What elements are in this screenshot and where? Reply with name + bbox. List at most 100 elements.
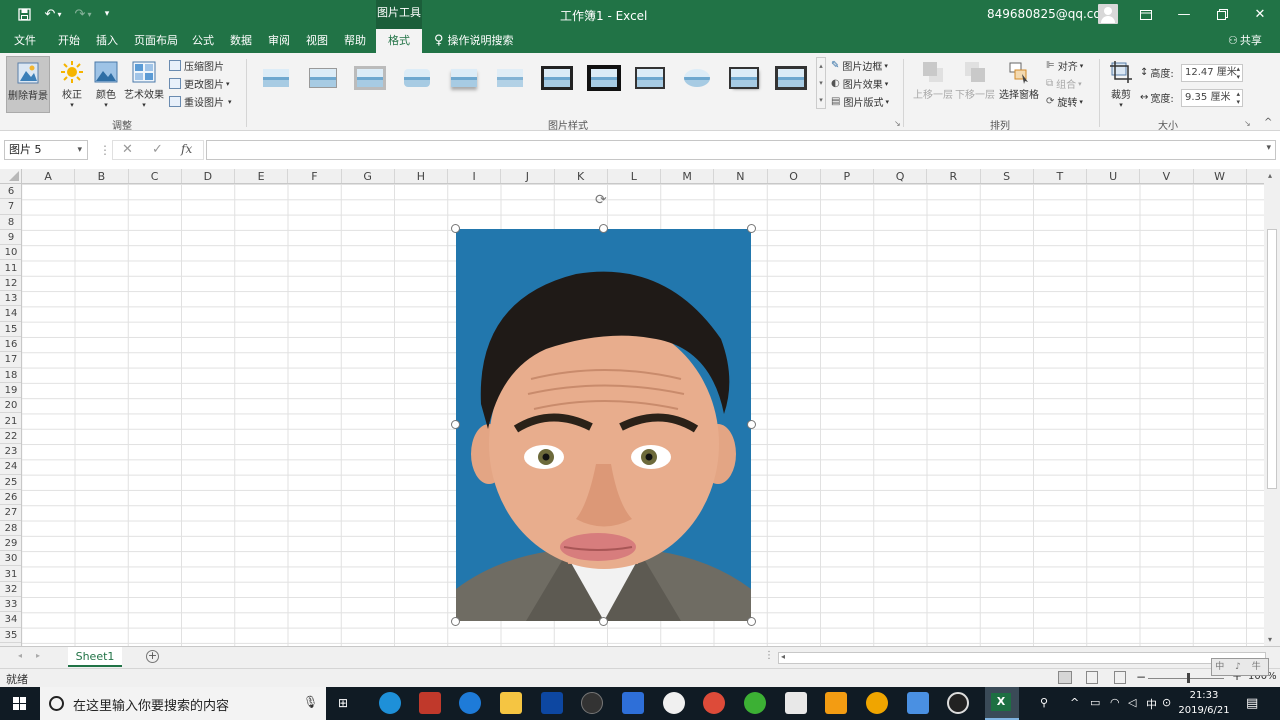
chrome-icon[interactable] — [703, 692, 725, 714]
picture-style-option[interactable] — [355, 66, 385, 90]
row-header[interactable]: 27 — [0, 505, 21, 521]
people-icon[interactable]: ⚲ — [1040, 696, 1048, 709]
rotate-handle-icon[interactable]: ⟳ — [595, 192, 607, 208]
resize-handle-top-left[interactable] — [451, 224, 460, 233]
size-dialog-launcher-icon[interactable]: ↘ — [1244, 119, 1251, 128]
tab-review[interactable]: 审阅 — [268, 29, 290, 53]
row-header[interactable]: 10 — [0, 245, 21, 261]
picture-style-option[interactable] — [635, 66, 665, 90]
page-layout-view-icon[interactable] — [1086, 671, 1098, 684]
row-header[interactable]: 13 — [0, 291, 21, 307]
network-icon[interactable]: ◠ — [1110, 696, 1120, 709]
group-button[interactable]: ⧉ 组合 ▾ — [1046, 75, 1082, 92]
rotate-button[interactable]: ⟳ 旋转 ▾ — [1046, 93, 1083, 110]
picture-style-option[interactable] — [402, 66, 432, 90]
row-header[interactable]: 30 — [0, 551, 21, 567]
picture-style-option[interactable] — [729, 66, 759, 90]
sheet-tab-sheet1[interactable]: Sheet1 — [68, 647, 122, 667]
scroll-left-icon[interactable]: ◂ — [781, 652, 785, 661]
resize-handle-bottom[interactable] — [599, 617, 608, 626]
row-header[interactable]: 15 — [0, 322, 21, 337]
insert-function-icon[interactable]: fx — [181, 142, 192, 156]
collapse-ribbon-icon[interactable]: ^ — [1264, 117, 1272, 128]
game-app-icon[interactable] — [419, 692, 441, 714]
cancel-icon[interactable]: ✕ — [122, 142, 133, 157]
column-header[interactable]: H — [395, 169, 448, 183]
row-header[interactable]: 11 — [0, 261, 21, 276]
color-button[interactable]: 颜色 ▾ — [92, 56, 120, 109]
prev-sheet-icon[interactable]: ◂ — [18, 651, 22, 660]
battery-icon[interactable]: ▭ — [1090, 696, 1100, 709]
row-header[interactable]: 9 — [0, 230, 21, 246]
column-header[interactable]: J — [501, 169, 555, 183]
selection-pane-button[interactable]: 选择窗格 — [998, 56, 1040, 101]
row-header[interactable]: 29 — [0, 536, 21, 552]
tab-insert[interactable]: 插入 — [96, 29, 118, 53]
feather-app-icon[interactable] — [907, 692, 929, 714]
picture-style-option[interactable] — [542, 66, 572, 90]
row-header[interactable]: 8 — [0, 215, 21, 230]
tab-splitter-icon[interactable]: ⋮ — [764, 650, 774, 661]
tab-file[interactable]: 文件 — [14, 29, 36, 53]
blue-app-icon[interactable] — [622, 692, 644, 714]
column-header[interactable]: P — [821, 169, 874, 183]
picture-style-option[interactable] — [589, 66, 619, 90]
scroll-up-icon[interactable]: ▴ — [1268, 171, 1272, 180]
column-header[interactable]: B — [75, 169, 129, 183]
picture-style-option[interactable] — [308, 66, 338, 90]
column-header[interactable]: S — [981, 169, 1034, 183]
row-header[interactable]: 31 — [0, 567, 21, 582]
row-header[interactable]: 6 — [0, 184, 21, 200]
customize-qat-icon[interactable]: ▾ — [100, 5, 114, 23]
circle-app-icon[interactable] — [581, 692, 603, 714]
clock[interactable]: 21:33 2019/6/21 — [1178, 688, 1230, 718]
row-header[interactable]: 22 — [0, 429, 21, 445]
close-button[interactable]: ✕ — [1242, 0, 1278, 29]
row-header[interactable]: 32 — [0, 582, 21, 598]
picture-effects-button[interactable]: ◐ 图片效果 ▾ — [831, 75, 888, 92]
picture-style-option[interactable] — [682, 66, 712, 90]
row-header[interactable]: 19 — [0, 383, 21, 399]
crop-button[interactable]: 裁剪 ▾ — [1106, 56, 1136, 109]
task-view-icon[interactable]: ⊞ — [338, 696, 348, 710]
account-email[interactable]: 849680825@qq.com — [987, 7, 1112, 21]
resize-handle-bottom-right[interactable] — [747, 617, 756, 626]
reset-picture-button[interactable]: 重设图片 ▾ — [169, 93, 232, 110]
row-header[interactable]: 17 — [0, 352, 21, 368]
tab-page-layout[interactable]: 页面布局 — [134, 29, 178, 53]
row-header[interactable]: 14 — [0, 306, 21, 322]
qq-icon[interactable] — [663, 692, 685, 714]
column-header[interactable]: L — [608, 169, 661, 183]
row-header[interactable]: 34 — [0, 612, 21, 628]
select-all-corner[interactable] — [0, 169, 22, 184]
column-header[interactable]: A — [22, 169, 76, 183]
notification-icon[interactable]: ▤ — [1246, 696, 1258, 711]
column-header[interactable]: C — [129, 169, 182, 183]
row-header[interactable]: 33 — [0, 597, 21, 613]
picture-style-option[interactable] — [495, 66, 525, 90]
browser-app-icon[interactable] — [379, 692, 401, 714]
vertical-scrollbar[interactable]: ▴ ▾ — [1264, 169, 1280, 649]
avatar[interactable] — [1098, 4, 1118, 24]
column-header[interactable]: T — [1034, 169, 1087, 183]
row-header[interactable]: 23 — [0, 444, 21, 460]
wechat-icon[interactable] — [744, 692, 766, 714]
row-header[interactable]: 24 — [0, 459, 21, 475]
tray-expand-icon[interactable]: ^ — [1070, 696, 1079, 709]
resize-handle-top[interactable] — [599, 224, 608, 233]
name-box[interactable]: 图片 5 — [4, 140, 88, 160]
row-header[interactable]: 26 — [0, 490, 21, 506]
tab-view[interactable]: 视图 — [306, 29, 328, 53]
bring-forward-button[interactable]: 上移一层 — [913, 56, 953, 101]
share-button[interactable]: ⚇ 共享 — [1228, 29, 1262, 53]
row-header[interactable]: 21 — [0, 414, 21, 429]
volume-icon[interactable]: ◁ — [1128, 696, 1136, 709]
align-button[interactable]: ⊫ 对齐 ▾ — [1046, 57, 1083, 74]
file-explorer-icon[interactable] — [500, 692, 522, 714]
column-header[interactable]: K — [555, 169, 608, 183]
tab-format[interactable]: 格式 — [376, 29, 422, 53]
colorful-app-icon[interactable] — [825, 692, 847, 714]
resize-handle-right[interactable] — [747, 420, 756, 429]
column-header[interactable]: W — [1194, 169, 1247, 183]
picture-style-option[interactable] — [261, 66, 291, 90]
